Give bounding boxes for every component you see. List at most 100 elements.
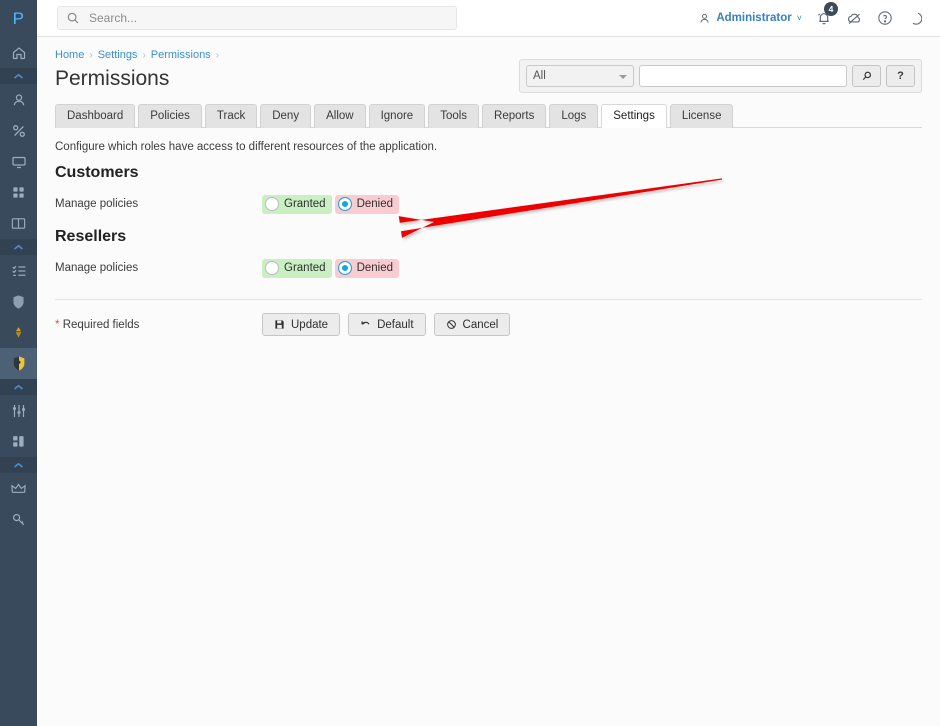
- user-name: Administrator: [716, 12, 792, 24]
- filter-search-button[interactable]: [852, 65, 881, 87]
- required-star: *: [55, 318, 60, 331]
- radio-dot-granted: [265, 261, 279, 275]
- notifications-button[interactable]: 4: [816, 2, 838, 26]
- radio-label-granted: Granted: [284, 262, 326, 274]
- user-icon: [13, 93, 24, 105]
- filter-query-input[interactable]: [639, 65, 847, 87]
- layout-icon: [13, 436, 24, 447]
- radio-denied-resellers[interactable]: Denied: [334, 258, 400, 278]
- sidebar-item-home[interactable]: [0, 37, 37, 68]
- cloud-status-button[interactable]: [846, 11, 863, 26]
- book-icon: [11, 218, 26, 229]
- sidebar-collapse-4[interactable]: [0, 457, 37, 473]
- sidebar-item-settings[interactable]: [0, 395, 37, 426]
- form-divider: [55, 299, 922, 300]
- radio-granted-resellers[interactable]: Granted: [262, 258, 332, 278]
- app-window: P Search... Administrator ˅ 4 Home › Set…: [0, 0, 940, 726]
- radio-granted-customers[interactable]: Granted: [262, 194, 332, 214]
- tab-logs[interactable]: Logs: [549, 104, 599, 128]
- global-search[interactable]: [57, 6, 457, 30]
- cloud-off-icon: [848, 13, 861, 24]
- app-logo[interactable]: P: [0, 0, 37, 37]
- bug-icon: [15, 326, 22, 338]
- permission-row: Manage policies Granted Denied: [55, 258, 922, 278]
- tab-license[interactable]: License: [669, 104, 734, 128]
- sidebar-item-permissions[interactable]: [0, 348, 37, 379]
- sidebar-item-apps[interactable]: [0, 177, 37, 208]
- sidebar-item-layouts[interactable]: [0, 426, 37, 457]
- sidebar-collapse-3[interactable]: [0, 379, 37, 395]
- sidebar-item-users[interactable]: [0, 84, 37, 115]
- top-header: Administrator ˅ 4: [37, 0, 940, 37]
- update-button[interactable]: Update: [262, 313, 341, 336]
- sidebar-item-threats[interactable]: [0, 317, 37, 348]
- user-icon: [700, 13, 709, 23]
- notification-badge: 4: [824, 2, 838, 16]
- chevron-up-icon: [14, 244, 23, 250]
- sidebar-item-license[interactable]: [0, 473, 37, 504]
- chevron-down-icon: [619, 75, 627, 79]
- tab-track[interactable]: Track: [204, 104, 258, 128]
- crown-icon: [11, 483, 26, 493]
- key-icon: [12, 513, 24, 525]
- radio-dot-denied: [337, 261, 352, 275]
- dark-mode-button[interactable]: [907, 11, 922, 26]
- tab-reports[interactable]: Reports: [482, 104, 547, 128]
- permission-label: Manage policies: [55, 198, 139, 210]
- radio-denied-customers[interactable]: Denied: [334, 194, 400, 214]
- content-area: Home › Settings › Permissions › Permissi…: [37, 37, 940, 726]
- breadcrumb-item-settings[interactable]: Settings: [98, 49, 138, 61]
- permission-radio-group-resellers: Granted Denied: [262, 258, 400, 278]
- cancel-button[interactable]: Cancel: [433, 313, 511, 336]
- sidebar-item-security[interactable]: [0, 286, 37, 317]
- tab-ignore[interactable]: Ignore: [368, 104, 426, 128]
- scope-select[interactable]: All: [526, 65, 634, 87]
- breadcrumb-separator-icon: ›: [215, 49, 220, 61]
- default-button-label: Default: [377, 318, 414, 331]
- breadcrumb-item-permissions[interactable]: Permissions: [151, 49, 211, 61]
- shield-icon: [13, 294, 24, 309]
- section-heading-resellers: Resellers: [55, 228, 127, 245]
- tab-dashboard[interactable]: Dashboard: [55, 104, 136, 128]
- cancel-button-label: Cancel: [462, 318, 499, 331]
- sidebar-item-catalog[interactable]: [0, 208, 37, 239]
- tab-allow[interactable]: Allow: [314, 104, 366, 128]
- header-actions: Administrator ˅ 4: [698, 2, 940, 26]
- page-description: Configure which roles have access to dif…: [55, 141, 438, 153]
- search-icon: [67, 12, 79, 24]
- default-button[interactable]: Default: [348, 313, 426, 336]
- sidebar-item-monitoring[interactable]: [0, 146, 37, 177]
- user-menu[interactable]: Administrator ˅: [698, 12, 802, 25]
- filter-help-button[interactable]: ?: [886, 65, 915, 87]
- monitor-icon: [11, 156, 26, 168]
- form-footer: * Required fields Update Default Cancel: [55, 313, 922, 336]
- sidebar-collapse-1[interactable]: [0, 68, 37, 84]
- required-fields-label: Required fields: [62, 318, 140, 331]
- page-title: Permissions: [55, 67, 170, 90]
- sidebar-item-keys[interactable]: [0, 504, 37, 535]
- sidebar-item-tasks[interactable]: [0, 255, 37, 286]
- tab-policies[interactable]: Policies: [138, 104, 202, 128]
- help-button[interactable]: [877, 10, 893, 26]
- moon-icon: [912, 12, 922, 25]
- help-circle-icon: [878, 11, 892, 25]
- filter-bar: All ?: [519, 59, 922, 93]
- permission-row: Manage policies Granted Denied: [55, 194, 922, 214]
- chevron-down-icon: ˅: [796, 13, 802, 23]
- save-icon: [275, 320, 284, 329]
- tab-bar: Dashboard Policies Track Deny Allow Igno…: [55, 103, 922, 128]
- tab-deny[interactable]: Deny: [260, 104, 312, 128]
- tab-settings[interactable]: Settings: [601, 104, 667, 128]
- tab-tools[interactable]: Tools: [428, 104, 480, 128]
- breadcrumb-item-home[interactable]: Home: [55, 49, 84, 61]
- radio-label-denied: Denied: [356, 262, 394, 274]
- section-heading-customers: Customers: [55, 164, 139, 181]
- sidebar-item-rates[interactable]: [0, 115, 37, 146]
- home-icon: [12, 46, 25, 59]
- required-fields-note: * Required fields: [55, 319, 262, 331]
- update-button-label: Update: [291, 318, 329, 331]
- sidebar-nav: [0, 37, 37, 535]
- sidebar-collapse-2[interactable]: [0, 239, 37, 255]
- search-input[interactable]: [87, 8, 427, 28]
- radio-dot-denied: [337, 197, 352, 211]
